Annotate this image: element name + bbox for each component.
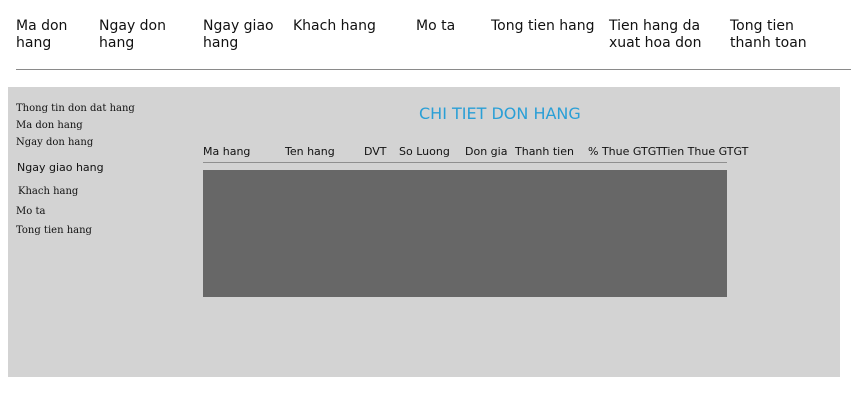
label-khach-hang: Khach hang xyxy=(18,186,79,197)
header-divider xyxy=(16,69,851,70)
label-ngay-don-hang: Ngay don hang xyxy=(16,137,94,148)
column-header-tien-hang-da-xuat-hoa-don[interactable]: Tien hang da xuat hoa don xyxy=(609,18,701,52)
detail-column-thue-gtgt-percent[interactable]: % Thue GTGT xyxy=(588,145,663,159)
detail-column-ma-hang[interactable]: Ma hang xyxy=(203,145,250,159)
detail-column-tien-thue-gtgt[interactable]: Tien Thue GTGT xyxy=(661,145,748,159)
label-tong-tien-hang: Tong tien hang xyxy=(16,225,92,236)
column-header-khach-hang[interactable]: Khach hang xyxy=(293,18,376,35)
column-header-tong-tien-thanh-toan[interactable]: Tong tien thanh toan xyxy=(730,18,807,52)
detail-column-thanh-tien[interactable]: Thanh tien xyxy=(515,145,574,159)
detail-grid-body[interactable] xyxy=(203,170,727,297)
label-mo-ta: Mo ta xyxy=(16,206,46,217)
label-ma-don-hang: Ma don hang xyxy=(16,120,83,131)
order-detail-panel: Thong tin don dat hang Ma don hang Ngay … xyxy=(8,87,840,377)
detail-column-don-gia[interactable]: Don gia xyxy=(465,145,507,159)
column-header-ma-don-hang[interactable]: Ma don hang xyxy=(16,18,67,52)
detail-column-so-luong[interactable]: So Luong xyxy=(399,145,450,159)
column-header-ngay-giao-hang[interactable]: Ngay giao hang xyxy=(203,18,274,52)
detail-header-rule xyxy=(203,162,727,163)
orders-table-header: Ma don hang Ngay don hang Ngay giao hang… xyxy=(0,0,851,72)
detail-column-ten-hang[interactable]: Ten hang xyxy=(285,145,335,159)
detail-title: CHI TIET DON HANG xyxy=(419,104,581,123)
order-info-heading: Thong tin don dat hang xyxy=(16,103,135,114)
detail-column-dvt[interactable]: DVT xyxy=(364,145,387,159)
label-ngay-giao-hang: Ngay giao hang xyxy=(17,161,104,174)
column-header-mo-ta[interactable]: Mo ta xyxy=(416,18,455,35)
column-header-ngay-don-hang[interactable]: Ngay don hang xyxy=(99,18,166,52)
column-header-tong-tien-hang[interactable]: Tong tien hang xyxy=(491,18,594,35)
